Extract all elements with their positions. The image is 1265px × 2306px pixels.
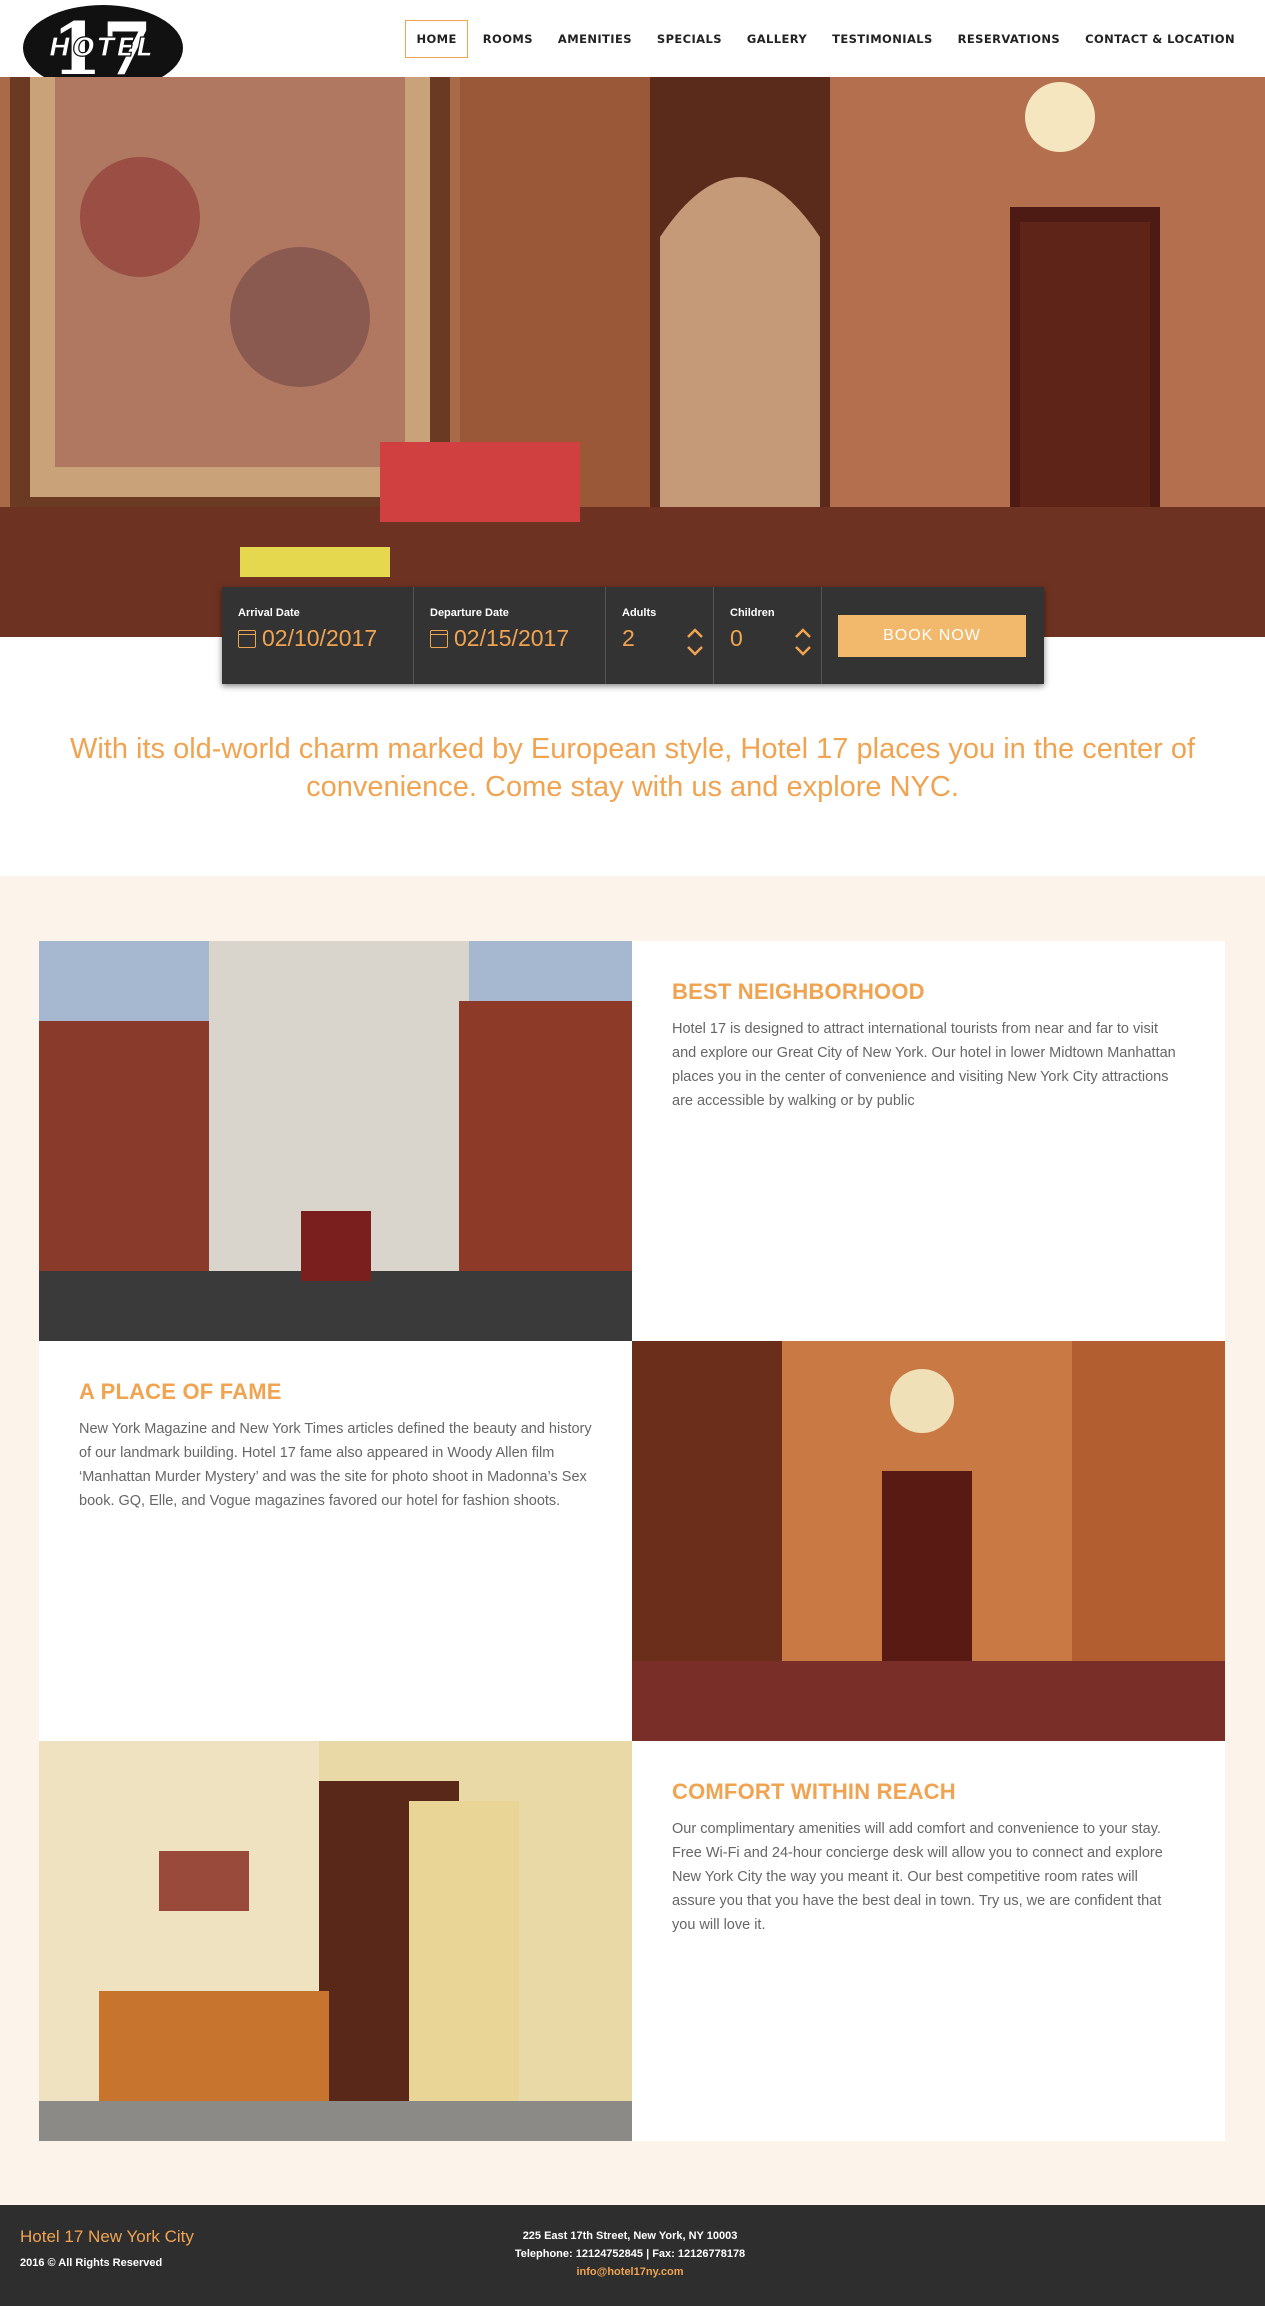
arrival-date-field[interactable]: Arrival Date 02/10/2017	[222, 587, 414, 684]
nav-amenities[interactable]: AMENITIES	[548, 21, 642, 57]
footer-contact: 225 East 17th Street, New York, NY 10003…	[430, 2227, 830, 2281]
children-field[interactable]: Children 0	[714, 587, 822, 684]
feature-title: COMFORT WITHIN REACH	[672, 1779, 956, 1804]
building-exterior-photo	[39, 941, 632, 1341]
feature-card-place-of-fame: A PLACE OF FAME New York Magazine and Ne…	[39, 1341, 632, 1741]
feature-title: A PLACE OF FAME	[79, 1379, 282, 1404]
lobby-hallway-photo	[632, 1341, 1225, 1741]
adults-stepper-icon[interactable]	[685, 625, 705, 659]
site-header: 17 HOTEL HOME ROOMS AMENITIES SPECIALS G…	[0, 0, 1265, 91]
children-stepper-icon[interactable]	[793, 625, 813, 659]
nav-testimonials[interactable]: TESTIMONIALS	[822, 21, 943, 57]
site-footer: Hotel 17 New York City 2016 © All Rights…	[0, 2205, 1265, 2306]
feature-title: BEST NEIGHBORHOOD	[672, 979, 925, 1004]
departure-date-field[interactable]: Departure Date 02/15/2017	[414, 587, 606, 684]
intro-text: With its old-world charm marked by Europ…	[69, 733, 1196, 803]
children-value[interactable]: 0	[730, 625, 743, 652]
nav-home[interactable]: HOME	[405, 20, 468, 58]
footer-phone: Telephone: 12124752845 | Fax: 1212677817…	[514, 2248, 746, 2260]
feature-card-best-neighborhood: BEST NEIGHBORHOOD Hotel 17 is designed t…	[632, 941, 1225, 1341]
nav-specials[interactable]: SPECIALS	[647, 21, 732, 57]
hero-lobby-photo	[0, 77, 1265, 637]
feature-body: Our complimentary amenities will add com…	[672, 1821, 1163, 1933]
nav-reservations[interactable]: RESERVATIONS	[948, 21, 1070, 57]
calendar-icon	[430, 629, 448, 648]
arrival-date-value[interactable]: 02/10/2017	[262, 625, 377, 652]
adults-field[interactable]: Adults 2	[606, 587, 714, 684]
footer-email-link[interactable]: info@hotel17ny.com	[430, 2263, 830, 2281]
features-section: BEST NEIGHBORHOOD Hotel 17 is designed t…	[0, 876, 1265, 2205]
departure-date-label: Departure Date	[430, 607, 509, 619]
adults-value[interactable]: 2	[622, 625, 635, 652]
booking-bar: Arrival Date 02/10/2017 Departure Date 0…	[222, 587, 1044, 684]
feature-body: Hotel 17 is designed to attract internat…	[672, 1021, 1176, 1109]
footer-title: Hotel 17 New York City	[20, 2227, 194, 2246]
guest-room-photo	[39, 1741, 632, 2141]
adults-label: Adults	[622, 607, 657, 619]
logo-text: HOTEL	[49, 33, 155, 63]
children-label: Children	[730, 607, 775, 619]
arrival-date-label: Arrival Date	[238, 607, 300, 619]
book-now-button[interactable]: BOOK NOW	[838, 615, 1026, 657]
footer-copyright: 2016 © All Rights Reserved	[20, 2257, 163, 2269]
feature-body: New York Magazine and New York Times art…	[79, 1421, 592, 1509]
nav-rooms[interactable]: ROOMS	[473, 21, 543, 57]
nav-contact-location[interactable]: CONTACT & LOCATION	[1075, 21, 1245, 57]
footer-address: 225 East 17th Street, New York, NY 10003	[522, 2230, 738, 2242]
departure-date-value[interactable]: 02/15/2017	[454, 625, 569, 652]
feature-card-comfort-within-reach: COMFORT WITHIN REACH Our complimentary a…	[632, 1741, 1225, 2141]
nav-gallery[interactable]: GALLERY	[737, 21, 817, 57]
calendar-icon	[238, 629, 256, 648]
main-nav: HOME ROOMS AMENITIES SPECIALS GALLERY TE…	[400, 20, 1245, 58]
